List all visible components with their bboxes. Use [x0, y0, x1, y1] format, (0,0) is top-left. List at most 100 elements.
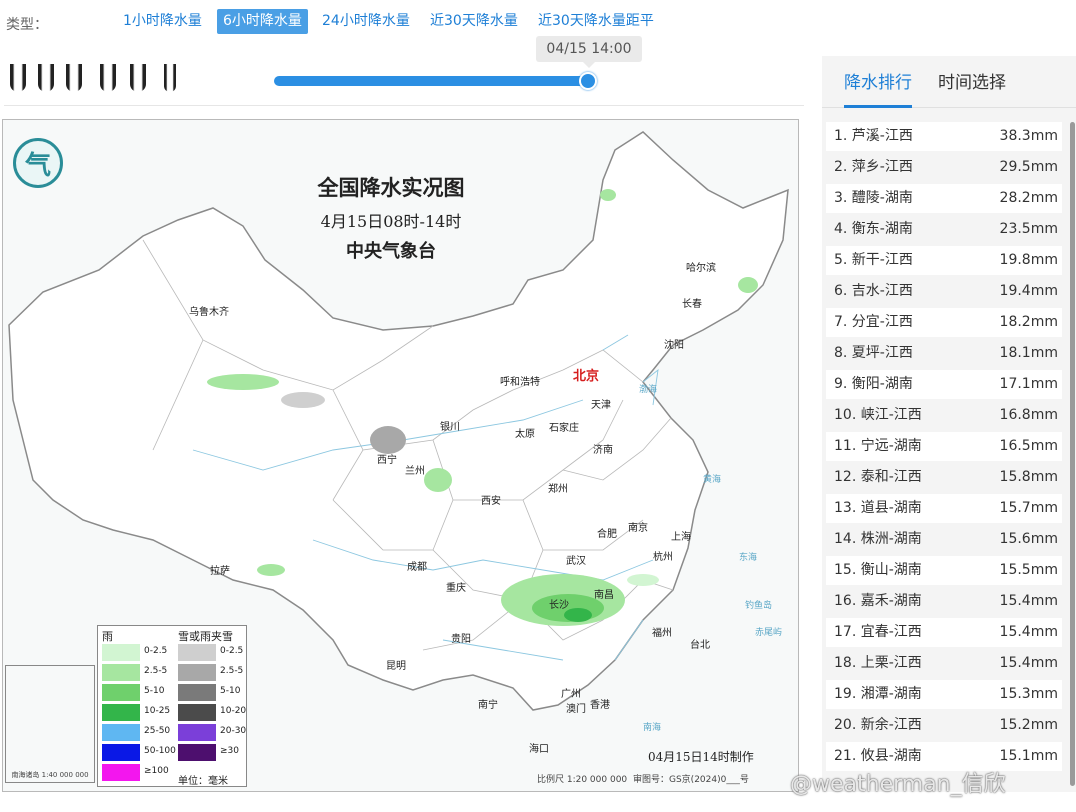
inset-label: 南海诸岛 1:40 000 000 [11, 771, 89, 779]
map-scale: 比例尺 1:20 000 000 [537, 775, 628, 785]
ranking-value: 18.2mm [999, 314, 1058, 330]
ranking-station: 19. 湘潭-湖南 [834, 686, 922, 702]
city-label: 济南 [593, 445, 613, 456]
map-legend: 雨 雪或雨夹雪 0-2.5 2.5-5 5-10 10-25 25-50 50-100 ≥1… [97, 625, 247, 787]
tab-1h-precip[interactable]: 1小时降水量 [117, 9, 208, 34]
map-subtitle: 4月15日08时-14时 [320, 212, 462, 231]
ranking-row[interactable]: 10. 峡江-江西 16.8mm [826, 401, 1062, 430]
legend-swatch [178, 644, 216, 661]
ranking-row[interactable]: 1. 芦溪-江西 38.3mm [826, 122, 1062, 151]
sea-label: 东海 [739, 553, 758, 563]
ranking-row[interactable]: 8. 夏坪-江西 18.1mm [826, 339, 1062, 368]
tab-30d-precip[interactable]: 近30天降水量 [424, 9, 524, 34]
ranking-value: 18.1mm [999, 345, 1058, 361]
animation-frame-icon[interactable] [100, 64, 116, 92]
rain-area-north-tip [600, 189, 616, 201]
ranking-station: 6. 吉水-江西 [834, 283, 913, 299]
ranking-scrollbar[interactable] [1070, 122, 1075, 786]
ranking-value: 15.5mm [999, 562, 1058, 578]
ranking-row[interactable]: 20. 新余-江西 15.2mm [826, 711, 1062, 740]
ranking-station: 18. 上栗-江西 [834, 655, 922, 671]
city-label: 长春 [682, 299, 702, 310]
city-label: 太原 [515, 429, 535, 440]
tab-time-select[interactable]: 时间选择 [938, 68, 1006, 108]
city-label: 香港 [590, 700, 610, 711]
ranking-row[interactable]: 16. 嘉禾-湖南 15.4mm [826, 587, 1062, 616]
ranking-station: 16. 嘉禾-湖南 [834, 593, 922, 609]
ranking-row[interactable]: 4. 衡东-湖南 23.5mm [826, 215, 1062, 244]
city-label: 福州 [652, 628, 672, 639]
ranking-value: 15.8mm [999, 469, 1058, 485]
city-label: 兰州 [405, 466, 425, 477]
legend-swatch [102, 684, 140, 701]
animation-frame-icon[interactable] [38, 64, 54, 92]
ranking-station: 5. 新干-江西 [834, 252, 913, 268]
legend-snow-header: 雪或雨夹雪 [178, 630, 233, 643]
capital-label: 北京 [573, 369, 600, 384]
ranking-row[interactable]: 5. 新干-江西 19.8mm [826, 246, 1062, 275]
ranking-row[interactable]: 19. 湘潭-湖南 15.3mm [826, 680, 1062, 709]
time-slider-track[interactable] [274, 76, 592, 86]
ranking-row[interactable]: 17. 宜春-江西 15.4mm [826, 618, 1062, 647]
legend-label: 2.5-5 [220, 666, 244, 676]
ranking-station: 4. 衡东-湖南 [834, 221, 913, 237]
city-label: 哈尔滨 [686, 263, 716, 274]
ranking-station: 2. 萍乡-江西 [834, 159, 913, 175]
ranking-row[interactable]: 9. 衡阳-湖南 17.1mm [826, 370, 1062, 399]
rain-area-gansu [424, 468, 452, 492]
city-label: 贵阳 [451, 634, 471, 645]
tab-30d-anomaly[interactable]: 近30天降水量距平 [532, 9, 660, 34]
ranking-row[interactable]: 15. 衡山-湖南 15.5mm [826, 556, 1062, 585]
legend-label: 50-100 [144, 746, 176, 756]
tab-24h-precip[interactable]: 24小时降水量 [316, 9, 416, 34]
legend-label: 2.5-5 [144, 666, 168, 676]
map-agency: 中央气象台 [346, 241, 436, 262]
city-label: 上海 [671, 532, 691, 543]
snow-area-qinghai [370, 426, 406, 454]
city-label: 沈阳 [664, 340, 684, 351]
ranking-row[interactable]: 12. 泰和-江西 15.8mm [826, 463, 1062, 492]
south-china-sea-inset: 南海诸岛 1:40 000 000 [5, 665, 95, 783]
ranking-row[interactable]: 3. 醴陵-湖南 28.2mm [826, 184, 1062, 213]
tab-precip-ranking[interactable]: 降水排行 [844, 68, 912, 108]
city-label: 乌鲁木齐 [189, 307, 229, 318]
city-label: 石家庄 [549, 423, 579, 434]
legend-swatch [102, 744, 140, 761]
cma-logo [13, 138, 63, 188]
animation-frame-icon[interactable] [66, 64, 82, 92]
ranking-value: 19.8mm [999, 252, 1058, 268]
time-slider-handle[interactable] [579, 72, 597, 90]
ranking-value: 28.2mm [999, 190, 1058, 206]
sea-label: 渤海 [639, 385, 658, 395]
ranking-row[interactable]: 11. 宁远-湖南 16.5mm [826, 432, 1062, 461]
city-label: 广州 [561, 689, 581, 700]
ranking-station: 14. 株洲-湖南 [834, 531, 922, 547]
ranking-value: 16.5mm [999, 438, 1058, 454]
precipitation-map[interactable]: 全国降水实况图 4月15日08时-14时 中央气象台 北京 乌鲁木齐 哈尔滨 长… [2, 119, 799, 792]
animation-frame-icon[interactable] [10, 64, 26, 92]
legend-label: 10-25 [144, 706, 171, 716]
city-label: 海口 [529, 744, 549, 755]
tab-6h-precip[interactable]: 6小时降水量 [217, 9, 308, 34]
city-label: 台北 [690, 640, 710, 651]
map-approval-number: 审图号：GS京(2024)0___号 [633, 775, 749, 785]
ranking-station: 10. 峡江-江西 [834, 407, 922, 423]
ranking-row[interactable]: 2. 萍乡-江西 29.5mm [826, 153, 1062, 182]
ranking-row[interactable]: 7. 分宜-江西 18.2mm [826, 308, 1062, 337]
city-label: 重庆 [446, 583, 466, 594]
animation-frame-icon[interactable] [164, 64, 176, 92]
ranking-row[interactable]: 6. 吉水-江西 19.4mm [826, 277, 1062, 306]
ranking-row[interactable]: 14. 株洲-湖南 15.6mm [826, 525, 1062, 554]
city-label: 天津 [591, 400, 611, 411]
legend-label: 0-2.5 [220, 646, 244, 656]
snow-area-northwest [281, 392, 325, 408]
ranking-row[interactable]: 18. 上栗-江西 15.4mm [826, 649, 1062, 678]
ranking-value: 38.3mm [999, 128, 1058, 144]
legend-swatch [178, 664, 216, 681]
ranking-row[interactable]: 13. 道县-湖南 15.7mm [826, 494, 1062, 523]
legend-swatch [178, 704, 216, 721]
animation-frame-icon[interactable] [130, 64, 146, 92]
city-label: 南京 [628, 523, 648, 534]
legend-rain-header: 雨 [102, 630, 113, 643]
ranking-station: 15. 衡山-湖南 [834, 562, 922, 578]
